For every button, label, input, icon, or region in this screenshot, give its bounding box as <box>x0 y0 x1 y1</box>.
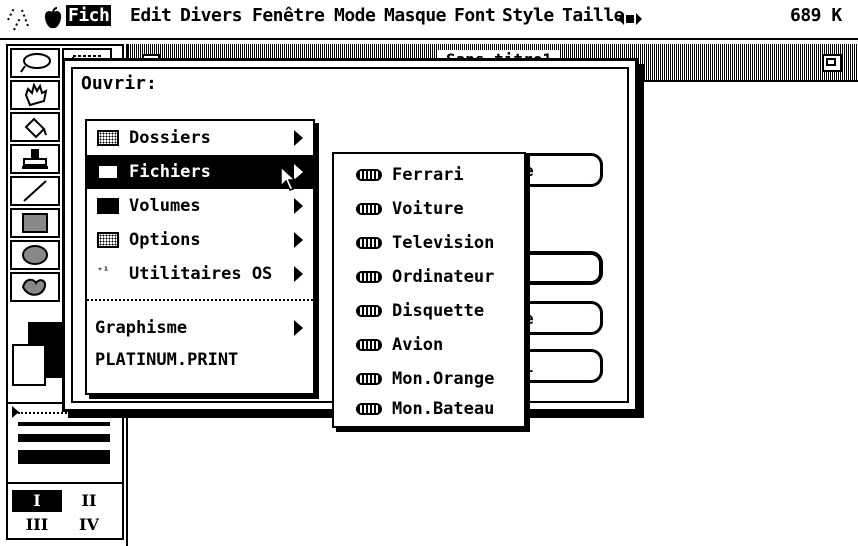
menu-item-platinum-print[interactable]: PLATINUM.PRINT <box>87 343 313 377</box>
file-item-label: Disquette <box>392 301 485 321</box>
submenu-arrow-icon <box>294 130 303 146</box>
submenu-arrow-icon <box>294 266 303 282</box>
dialog-button-1[interactable]: e <box>513 153 603 187</box>
dialog-heading: Ouvrir: <box>81 73 157 94</box>
freeform-tool[interactable] <box>10 272 60 302</box>
file-item-ordinateur[interactable]: Ordinateur <box>334 260 524 294</box>
stamp-icon <box>22 149 48 169</box>
lasso-tool[interactable] <box>10 48 60 78</box>
dialog-button-default[interactable] <box>513 251 603 285</box>
rectangle-tool[interactable] <box>10 208 60 238</box>
menu-item-label: PLATINUM.PRINT <box>95 350 239 370</box>
menu-item-label: Volumes <box>129 196 201 216</box>
line-weight-medium[interactable] <box>18 434 110 442</box>
pattern-swatch-bg[interactable] <box>12 344 46 386</box>
file-item-voiture[interactable]: Voiture <box>334 192 524 226</box>
mouse-pointer-icon <box>280 166 296 191</box>
disk-icon <box>97 198 119 214</box>
submenu-arrow-icon <box>294 320 303 336</box>
file-item-label: Mon.Orange <box>392 369 495 389</box>
options-icon <box>97 232 119 248</box>
page-button-2[interactable]: II <box>64 490 114 512</box>
file-item-mon-orange[interactable]: Mon.Orange <box>334 362 524 396</box>
hand-icon <box>24 83 48 107</box>
menu-fenetre[interactable]: Fenêtre <box>252 5 325 26</box>
memory-readout: 689 K <box>790 5 842 26</box>
menu-item-graphisme[interactable]: Graphisme <box>87 311 313 345</box>
file-item-television[interactable]: Television <box>334 226 524 260</box>
menu-divers[interactable]: Divers <box>180 5 243 26</box>
paint-bucket-icon <box>24 117 47 139</box>
file-item-label: Avion <box>392 335 444 355</box>
menu-masque[interactable]: Masque <box>384 5 447 26</box>
line-tool[interactable] <box>10 176 60 206</box>
apple-icon[interactable] <box>42 7 64 31</box>
file-icon <box>356 203 382 215</box>
line-icon <box>23 180 47 202</box>
menu-item-label: Graphisme <box>95 318 188 338</box>
menu-mode[interactable]: Mode <box>334 5 376 26</box>
menu-bar: Fich Edit Divers Fenêtre Mode Masque Fon… <box>0 0 858 40</box>
stamp-tool[interactable] <box>10 144 60 174</box>
menu-item-label: Fichiers <box>129 162 211 182</box>
page-button-1[interactable]: I <box>12 490 62 512</box>
menu-fich[interactable]: Fich <box>66 5 112 26</box>
menu-item-options[interactable]: Options <box>87 223 313 257</box>
line-weight-dotted[interactable] <box>18 412 110 414</box>
file-icon <box>356 339 382 351</box>
filled-oval-icon <box>22 245 48 265</box>
file-item-label: Ordinateur <box>392 267 495 287</box>
file-item-label: Television <box>392 233 495 253</box>
file-icon <box>356 373 382 385</box>
fichiers-submenu: Ferrari Voiture Television Ordinateur Di… <box>332 152 526 428</box>
submenu-arrow-icon <box>294 232 303 248</box>
oval-tool[interactable] <box>10 240 60 270</box>
dialog-button-3[interactable]: l <box>513 349 603 383</box>
file-icon <box>356 237 382 249</box>
submenu-arrow-icon <box>294 198 303 214</box>
menu-item-label: Utilitaires OS <box>129 264 273 284</box>
menu-edit[interactable]: Edit <box>130 5 172 26</box>
page-button-4[interactable]: IV <box>64 514 114 536</box>
open-menu: Dossiers Fichiers Volumes Options ⁺¹ Uti… <box>85 119 315 395</box>
line-weight-thin[interactable] <box>18 422 110 426</box>
file-item-disquette[interactable]: Disquette <box>334 294 524 328</box>
palette-divider-2 <box>8 482 122 484</box>
page-button-3[interactable]: III <box>12 514 62 536</box>
filled-rectangle-icon <box>22 213 48 233</box>
file-item-label: Ferrari <box>392 165 464 185</box>
folder-icon <box>97 130 119 146</box>
hand-tool[interactable] <box>10 80 60 110</box>
file-item-label: Mon.Bateau <box>392 399 495 419</box>
utilities-icon: ⁺¹ <box>97 266 110 277</box>
menu-font[interactable]: Font <box>454 5 496 26</box>
file-icon <box>356 403 382 415</box>
files-icon <box>97 164 119 180</box>
diamond-arrows-icon[interactable] <box>616 10 644 28</box>
menu-item-volumes[interactable]: Volumes <box>87 189 313 223</box>
menu-separator <box>87 299 313 301</box>
menu-style[interactable]: Style <box>502 5 554 26</box>
freeform-shape-icon <box>21 278 46 296</box>
menu-item-utilitaires[interactable]: ⁺¹ Utilitaires OS <box>87 257 313 291</box>
file-item-label: Voiture <box>392 199 464 219</box>
bucket-tool[interactable] <box>10 112 60 142</box>
file-item-ferrari[interactable]: Ferrari <box>334 158 524 192</box>
file-icon <box>356 305 382 317</box>
line-weight-left-arrow-icon <box>12 406 19 418</box>
zoom-box[interactable] <box>822 54 842 72</box>
dialog-button-2[interactable]: e <box>513 301 603 335</box>
menu-item-label: Options <box>129 230 201 250</box>
menu-item-label: Dossiers <box>129 128 211 148</box>
menu-taille[interactable]: Taille <box>562 5 625 26</box>
lasso-icon <box>20 53 51 73</box>
file-item-avion[interactable]: Avion <box>334 328 524 362</box>
menu-item-dossiers[interactable]: Dossiers <box>87 121 313 155</box>
file-item-mon-bateau[interactable]: Mon.Bateau <box>334 392 524 426</box>
file-icon <box>356 271 382 283</box>
line-weight-thick[interactable] <box>18 450 110 464</box>
file-icon <box>356 169 382 181</box>
